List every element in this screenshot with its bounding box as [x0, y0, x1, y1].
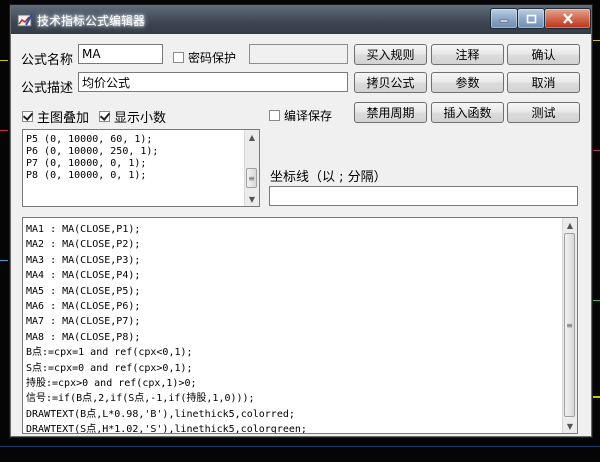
coord-lines-label: 坐标线（以 ; 分隔）: [270, 170, 387, 185]
scroll-down-arrow-icon[interactable]: ▼: [245, 192, 259, 206]
code-line: B点:=cpx=1 and ref(cpx<0,1);: [26, 347, 193, 359]
scroll-up-arrow-icon[interactable]: ▲: [245, 130, 259, 144]
background-chart-line: [592, 150, 600, 151]
decimals-checkbox-box[interactable]: [99, 111, 110, 122]
params-button[interactable]: 参数: [431, 72, 504, 93]
editor-scrollbar[interactable]: ▲ ≡ ▼: [562, 218, 577, 433]
password-input[interactable]: [249, 44, 348, 64]
compile-save-checkbox-box[interactable]: [269, 110, 280, 121]
comment-button[interactable]: 注释: [431, 44, 504, 65]
background-chart-line: [592, 396, 600, 398]
code-line: 持股:=cpx>0 and ref(cpx,1)>0;: [26, 378, 197, 390]
copy-formula-button[interactable]: 拷贝公式: [354, 72, 427, 93]
buy-rules-button[interactable]: 买入规则: [354, 44, 427, 65]
chart-pencil-icon: [17, 12, 33, 28]
password-checkbox[interactable]: 密码保护: [173, 49, 236, 66]
formula-desc-input[interactable]: [78, 72, 348, 92]
params-line: P7 (0, 10000, 0, 1);: [26, 158, 147, 169]
minimize-button[interactable]: [490, 8, 518, 29]
decimals-checkbox-label: 显示小数: [114, 111, 167, 126]
params-scroll-thumb[interactable]: ≡: [246, 168, 257, 188]
overlay-checkbox[interactable]: 主图叠加: [22, 107, 89, 126]
minimize-icon: [499, 19, 509, 22]
code-editor[interactable]: MA1 : MA(CLOSE,P1); MA2 : MA(CLOSE,P2); …: [22, 217, 578, 434]
overlay-checkbox-label: 主图叠加: [37, 111, 90, 126]
grip-icon: ≡: [248, 173, 255, 183]
compile-save-checkbox-label: 编译保存: [284, 109, 333, 123]
code-line: 信号:=if(B点,2,if(S点,-1,if(持股,1,0)));: [26, 393, 255, 405]
code-line: MA1 : MA(CLOSE,P1);: [26, 224, 141, 235]
params-line: P6 (0, 10000, 250, 1);: [26, 146, 159, 157]
grip-icon: ≡: [566, 320, 573, 330]
confirm-button[interactable]: 确认: [507, 44, 580, 65]
code-line: MA8 : MA(CLOSE,P8);: [26, 331, 141, 343]
code-line: S点:=cpx=0 and ref(cpx>0,1);: [26, 362, 193, 374]
title-bar[interactable]: 技术指标公式编辑器: [11, 6, 591, 34]
maximize-button[interactable]: [517, 8, 545, 29]
params-line: P5 (0, 10000, 60, 1);: [26, 134, 153, 145]
code-line: MA5 : MA(CLOSE,P5);: [26, 285, 141, 297]
maximize-icon: [526, 14, 536, 23]
params-line: P8 (0, 10000, 0, 1);: [26, 170, 147, 181]
insert-function-button[interactable]: 插入函数: [431, 102, 504, 123]
background-chart-line: [0, 60, 8, 61]
close-icon: [562, 13, 573, 24]
params-list[interactable]: P5 (0, 10000, 60, 1); P6 (0, 10000, 250,…: [22, 129, 260, 207]
code-line: MA6 : MA(CLOSE,P6);: [26, 301, 141, 313]
formula-editor-window: 技术指标公式编辑器 公式名称 密码保护 买入规则 注释 确认 公式描述 拷贝公式…: [9, 4, 593, 438]
code-line: DRAWTEXT(B点,L*0.98,'B'),linethick5,color…: [26, 408, 295, 420]
code-line: MA4 : MA(CLOSE,P4);: [26, 270, 141, 282]
cancel-button[interactable]: 取消: [507, 72, 580, 93]
password-checkbox-label: 密码保护: [188, 51, 237, 65]
params-scrollbar[interactable]: ▲ ≡ ▼: [244, 130, 259, 206]
code-line: MA2 : MA(CLOSE,P2);: [26, 239, 141, 251]
background-chart-line: [0, 446, 600, 447]
scroll-up-arrow-icon[interactable]: ▲: [563, 218, 577, 232]
window-title: 技术指标公式编辑器: [37, 14, 146, 28]
test-button[interactable]: 测试: [507, 102, 580, 123]
editor-scroll-thumb[interactable]: ≡: [564, 233, 575, 417]
code-line: DRAWTEXT(S点,H*1.02,'S'),linethick5,color…: [26, 424, 307, 434]
background-chart-line: [592, 300, 600, 301]
background-chart-line: [0, 260, 8, 261]
code-line: MA7 : MA(CLOSE,P7);: [26, 316, 141, 328]
editor-client-area: 公式名称 密码保护 买入规则 注释 确认 公式描述 拷贝公式 参数 取消 主图叠…: [11, 34, 591, 436]
scroll-down-arrow-icon[interactable]: ▼: [563, 419, 577, 433]
formula-desc-label: 公式描述: [21, 81, 74, 96]
close-button[interactable]: [544, 8, 591, 29]
code-line: MA3 : MA(CLOSE,P3);: [26, 254, 141, 266]
coord-lines-input[interactable]: [269, 186, 578, 206]
compile-save-checkbox[interactable]: 编译保存: [269, 107, 332, 124]
password-checkbox-box[interactable]: [173, 52, 184, 63]
background-chart-line: [0, 130, 8, 131]
formula-name-label: 公式名称: [21, 53, 74, 68]
formula-name-input[interactable]: [78, 44, 163, 64]
decimals-checkbox[interactable]: 显示小数: [99, 107, 166, 126]
background-chart-line: [592, 40, 600, 41]
overlay-checkbox-box[interactable]: [22, 111, 33, 122]
disable-period-button[interactable]: 禁用周期: [354, 102, 427, 123]
